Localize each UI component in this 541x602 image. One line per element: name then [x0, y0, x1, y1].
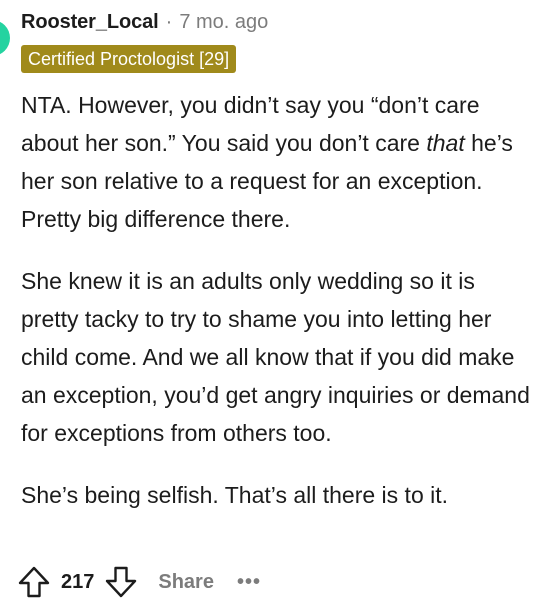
- user-flair: Certified Proctologist [29]: [21, 45, 237, 73]
- paragraph-1-italic-word: that: [426, 130, 465, 156]
- comment-action-bar: 217 Share •••: [16, 561, 261, 602]
- comment-age[interactable]: 7 mo. ago: [179, 11, 268, 34]
- comment-meta: Rooster_Local · 7 mo. ago: [21, 9, 268, 35]
- avatar[interactable]: [0, 20, 10, 56]
- comment-paragraph-1: NTA. However, you didn’t say you “don’t …: [21, 86, 536, 238]
- share-button[interactable]: Share: [158, 571, 214, 594]
- author-username[interactable]: Rooster_Local: [21, 11, 159, 34]
- comment-paragraph-2: She knew it is an adults only wedding so…: [21, 268, 530, 446]
- more-dots-icon[interactable]: •••: [237, 571, 261, 594]
- vote-score: 217: [61, 570, 95, 593]
- downvote-arrow-icon[interactable]: [103, 564, 139, 600]
- comment-paragraph-3: She’s being selfish. That’s all there is…: [21, 482, 449, 508]
- upvote-arrow-icon[interactable]: [16, 564, 52, 600]
- meta-separator: ·: [165, 10, 173, 33]
- paragraph-1-text-start: NTA. However, you didn’t say you “don’t …: [21, 92, 480, 156]
- comment-body: NTA. However, you didn’t say you “don’t …: [21, 86, 536, 538]
